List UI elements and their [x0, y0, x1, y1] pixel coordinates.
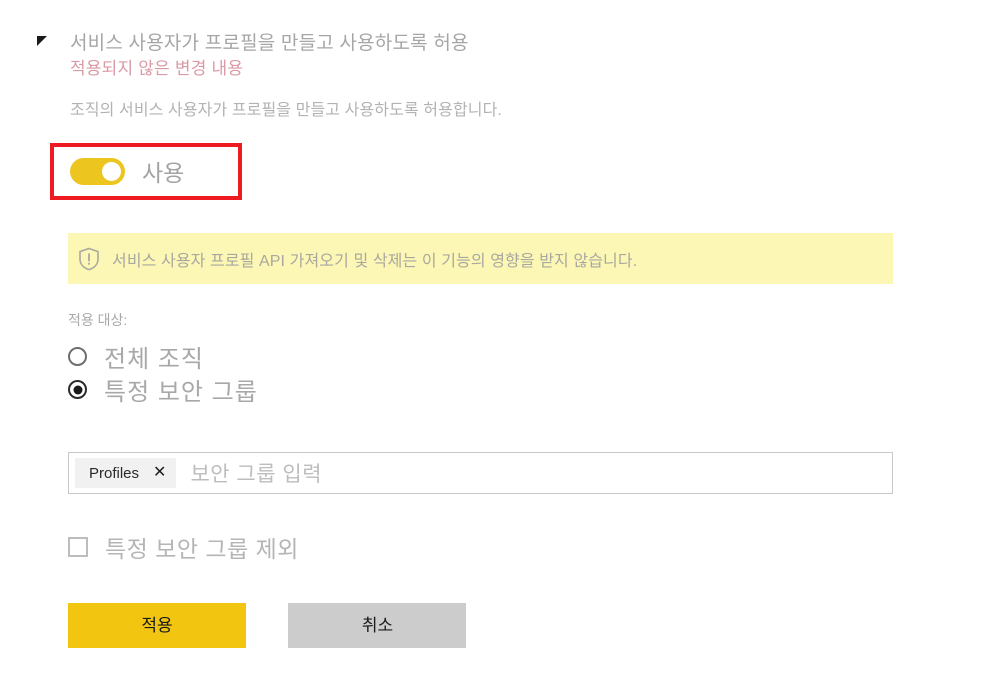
cancel-button[interactable]: 취소	[288, 603, 467, 648]
info-banner-text: 서비스 사용자 프로필 API 가져오기 및 삭제는 이 기능의 영향을 받지 …	[112, 252, 638, 270]
security-group-input-placeholder: 보안 그룹 입력	[190, 463, 323, 486]
exclude-security-group-checkbox[interactable]	[68, 537, 88, 557]
exclude-security-group-label: 특정 보안 그룹 제외	[105, 536, 299, 562]
exclude-security-group-checkbox-row[interactable]: 특정 보안 그룹 제외	[68, 530, 299, 564]
radio-option-entire-org[interactable]: 전체 조직	[68, 340, 258, 373]
info-banner: 서비스 사용자 프로필 API 가져오기 및 삭제는 이 기능의 영향을 받지 …	[68, 233, 893, 284]
radio-label: 특정 보안 그룹	[104, 379, 258, 406]
radio-option-specific-security-group[interactable]: 특정 보안 그룹	[68, 373, 258, 406]
triangle-collapse-icon[interactable]	[35, 34, 49, 48]
setting-title: 서비스 사용자가 프로필을 만들고 사용하도록 허용	[70, 33, 469, 54]
toggle-state-label: 사용	[142, 160, 185, 186]
radio-dot	[73, 385, 82, 394]
action-button-row: 적용 취소	[68, 603, 467, 648]
chip-label: Profiles	[89, 464, 140, 482]
toggle-knob	[102, 161, 121, 181]
apply-button[interactable]: 적용	[68, 603, 246, 648]
applies-to-radio-group: 전체 조직 특정 보안 그룹	[68, 340, 258, 406]
enable-toggle-switch[interactable]	[70, 157, 125, 185]
radio-label: 전체 조직	[104, 346, 204, 373]
applies-to-label: 적용 대상:	[68, 312, 128, 328]
security-group-chip[interactable]: Profiles ✕	[75, 458, 177, 488]
security-group-input[interactable]: Profiles ✕ 보안 그룹 입력	[68, 452, 893, 494]
enable-toggle-row[interactable]: 사용	[70, 155, 184, 187]
radio-indicator[interactable]	[68, 347, 87, 366]
radio-indicator-selected[interactable]	[68, 380, 87, 399]
close-icon[interactable]: ✕	[153, 465, 166, 481]
setting-description: 조직의 서비스 사용자가 프로필을 만들고 사용하도록 허용합니다.	[70, 102, 502, 119]
unapplied-changes-label: 적용되지 않은 변경 내용	[70, 59, 244, 78]
shield-exclamation-icon	[79, 247, 99, 270]
